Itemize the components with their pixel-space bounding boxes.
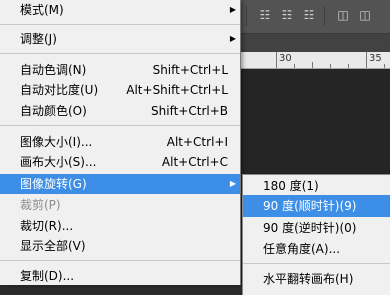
menu-item-adjustments[interactable]: 调整(J) ▶ [0,29,240,49]
chevron-right-icon: ▶ [229,5,236,14]
menu-item-label: 图像大小(I)... [20,135,93,149]
menu-item-canvas-size[interactable]: 画布大小(S)... Alt+Ctrl+C [0,152,240,172]
menu-item-mode[interactable]: 模式(M) ▶ [0,0,240,20]
menu-item-shortcut: Alt+Ctrl+C [161,155,228,169]
menu-item-image-rotation[interactable]: 图像旋转(G) ▶ [0,174,240,194]
menu-item-auto-tone[interactable]: 自动色调(N) Shift+Ctrl+L [0,60,240,80]
ruler-label: 30 [279,53,292,64]
menu-item-auto-color[interactable]: 自动颜色(O) Shift+Ctrl+B [0,101,240,121]
submenu-item-rotate-90-ccw[interactable]: 90 度(逆时针)(0) [243,217,390,239]
submenu-item-arbitrary[interactable]: 任意角度(A)... [243,238,390,260]
menu-item-trim[interactable]: 裁切(R)... [0,216,240,236]
chevron-right-icon: ▶ [229,179,236,188]
toolbar-divider [324,6,325,26]
submenu-item-rotate-180[interactable]: 180 度(1) [243,175,390,197]
menu-separator [0,24,240,25]
menu-item-label: 自动对比度(U) [20,83,99,97]
ruler-tick [366,52,367,68]
menu-separator [0,260,240,261]
menu-item-label: 自动颜色(O) [20,104,87,118]
submenu-item-rotate-90-cw[interactable]: 90 度(顺时针)(9) [243,195,390,217]
menu-item-label: 图像旋转(G) [20,177,87,191]
ruler-tick [276,52,277,68]
submenu-item-flip-horizontal[interactable]: 水平翻转画布(H) [243,268,390,290]
submenu-item-label: 90 度(逆时针)(0) [263,221,357,235]
document-tab-strip [240,34,390,52]
align-top-icon[interactable]: ☷ [258,8,272,22]
menu-item-shortcut: Shift+Ctrl+L [152,63,228,77]
menu-item-shortcut: Alt+Ctrl+I [166,135,228,149]
menu-item-crop: 裁剪(P) [0,195,240,215]
menu-item-label: 调整(J) [20,32,57,46]
menu-item-label: 复制(D)... [20,269,75,283]
ruler-tick [312,62,313,68]
menu-item-shortcut: Shift+Ctrl+B [151,104,228,118]
submenu-item-label: 任意角度(A)... [263,242,341,256]
chevron-right-icon: ▶ [229,34,236,43]
align-left-icon[interactable]: ◫ [336,8,350,22]
toolbar-divider [246,6,247,26]
ruler-tick [294,64,295,68]
menu-item-label: 自动色调(N) [20,63,87,77]
submenu-separator [243,263,390,264]
ruler-tick [384,64,385,68]
menu-separator [0,53,240,54]
options-toolbar: ☷ ☷ ☷ ◫ ◫ [240,0,390,34]
submenu-item-label: 90 度(顺时针)(9) [263,199,357,213]
ruler-tick [330,64,331,68]
menu-item-image-size[interactable]: 图像大小(I)... Alt+Ctrl+I [0,132,240,152]
menu-item-duplicate[interactable]: 复制(D)... [0,266,240,286]
horizontal-ruler: 30 35 [240,52,390,69]
image-menu: 模式(M) ▶ 调整(J) ▶ 自动色调(N) Shift+Ctrl+L 自动对… [0,0,241,285]
menu-item-label: 裁切(R)... [20,219,74,233]
submenu-item-label: 水平翻转画布(H) [263,272,354,286]
align-bottom-icon[interactable]: ☷ [302,8,316,22]
submenu-item-label: 180 度(1) [263,179,319,193]
align-vcenter-icon[interactable]: ☷ [280,8,294,22]
menu-item-shortcut: Alt+Shift+Ctrl+L [126,83,228,97]
menu-item-auto-contrast[interactable]: 自动对比度(U) Alt+Shift+Ctrl+L [0,80,240,100]
ruler-tick [348,64,349,68]
ruler-label: 35 [369,53,382,64]
align-hcenter-icon[interactable]: ◫ [358,8,372,22]
menu-item-label: 模式(M) [20,3,64,17]
menu-item-label: 画布大小(S)... [20,155,97,169]
menu-item-label: 裁剪(P) [20,198,61,212]
menu-separator [0,125,240,126]
menu-item-reveal-all[interactable]: 显示全部(V) [0,236,240,256]
image-rotation-submenu: 180 度(1) 90 度(顺时针)(9) 90 度(逆时针)(0) 任意角度(… [242,174,390,295]
menu-item-label: 显示全部(V) [20,239,86,253]
